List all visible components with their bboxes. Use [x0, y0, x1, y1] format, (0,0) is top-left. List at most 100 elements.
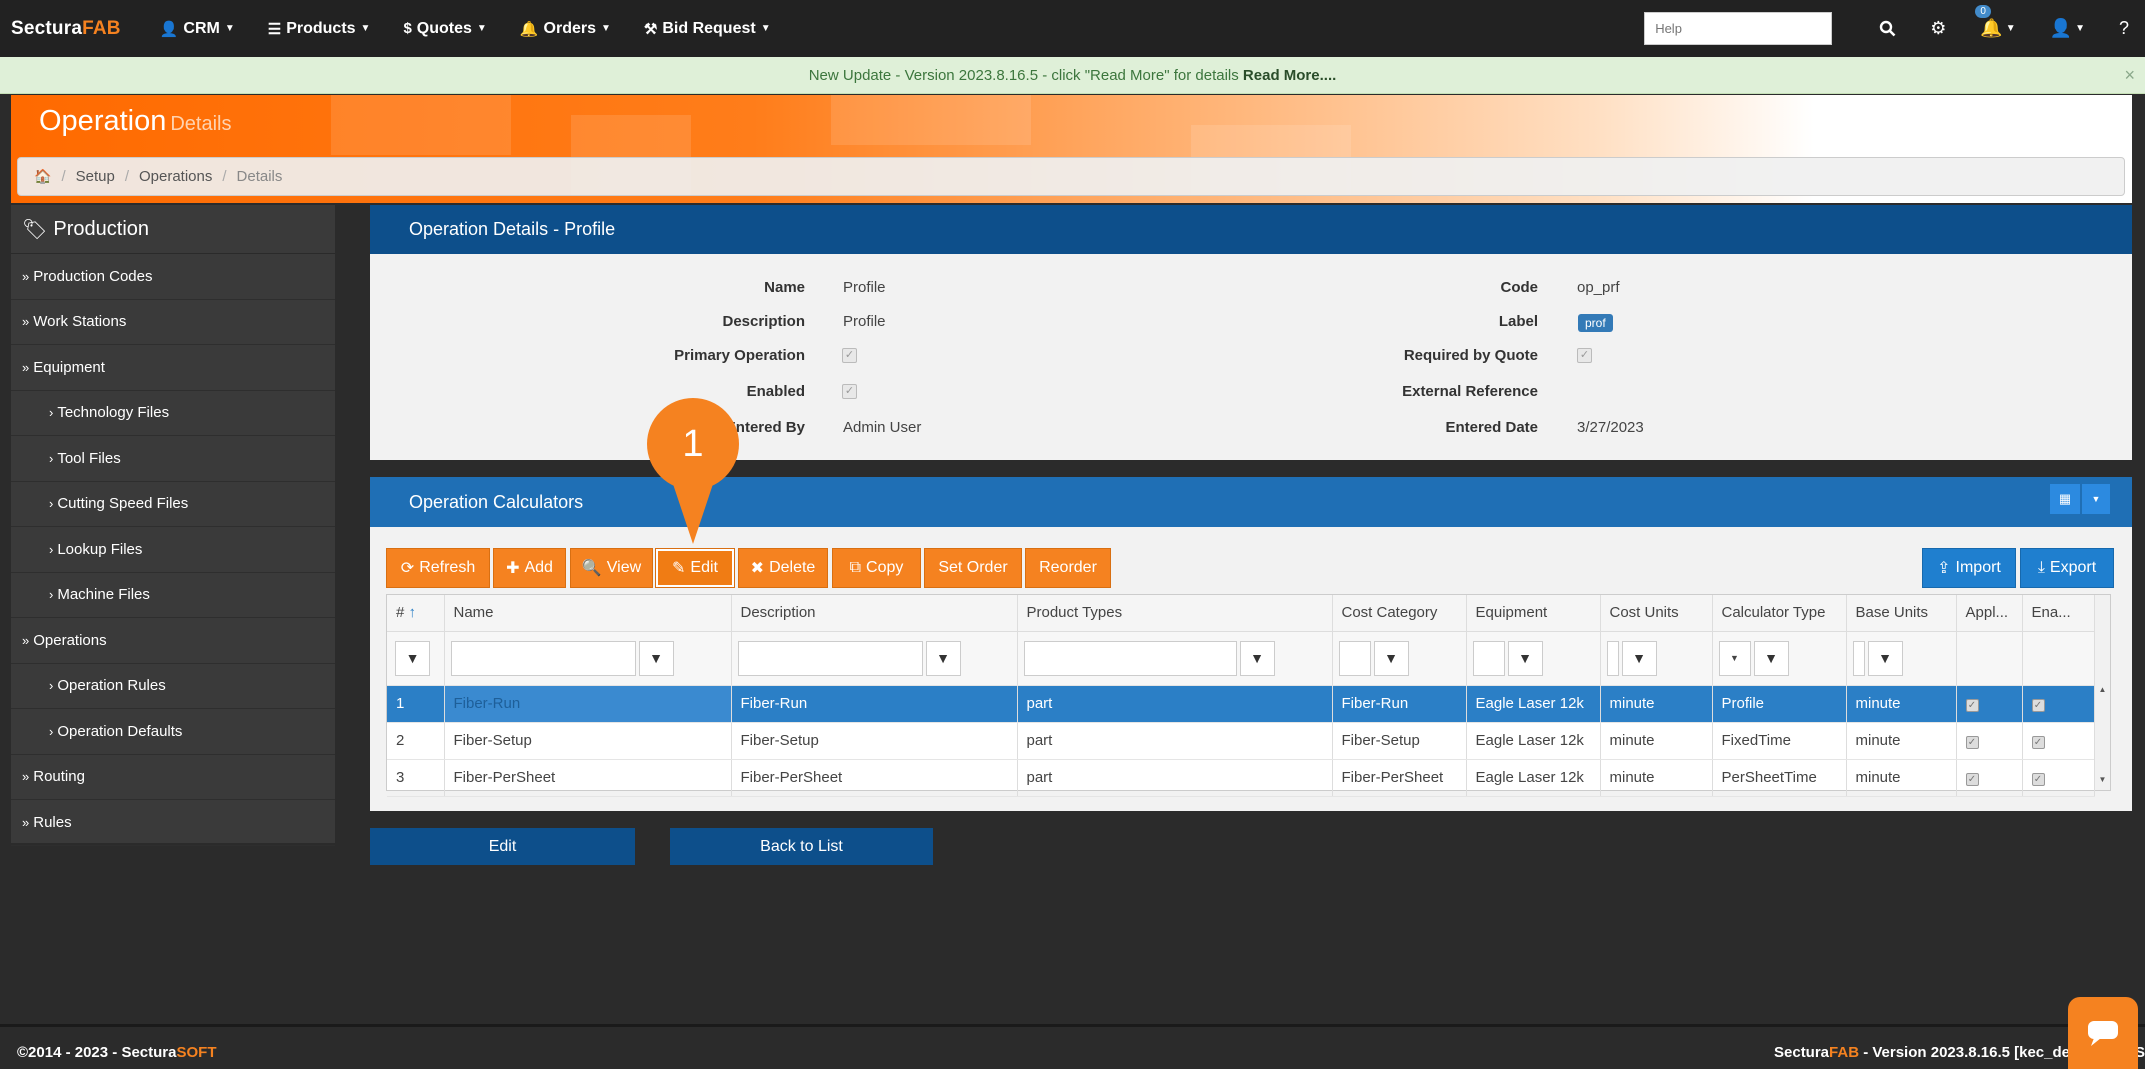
refresh-icon: ⟳ [400, 560, 415, 577]
update-notification-bar: New Update - Version 2023.8.16.5 - click… [0, 57, 2145, 94]
label-badge: prof [1578, 314, 1613, 332]
chevron-right-icon: › [49, 496, 54, 512]
description-label: Description [722, 313, 805, 330]
filter-icon[interactable]: ▼ [395, 640, 430, 676]
col-header-number[interactable]: # ↑ [387, 595, 445, 632]
export-button[interactable]: ⤓ Export [2020, 548, 2114, 588]
breadcrumb: 🏠 / Setup / Operations / Details [17, 157, 2125, 196]
name-filter-input[interactable] [450, 640, 636, 676]
col-header-description[interactable]: Description [731, 595, 1018, 632]
col-header-cost-category[interactable]: Cost Category [1332, 595, 1467, 632]
sort-ascending-icon: ↑ [408, 604, 417, 622]
scroll-up-icon[interactable]: ▲ [2095, 685, 2110, 694]
sidebar-item-operations[interactable]: » Operations [11, 618, 335, 664]
filter-icon[interactable]: ▼ [925, 640, 961, 676]
nav-crm[interactable]: 👤 CRM ▼ [160, 20, 235, 38]
table-row[interactable]: 3 Fiber-PerSheet Fiber-PerSheet part Fib… [387, 759, 2095, 797]
description-filter-input[interactable] [737, 640, 923, 676]
filter-icon[interactable]: ▼ [1507, 640, 1543, 676]
set-order-button[interactable]: Set Order [924, 548, 1022, 588]
filter-icon[interactable]: ▼ [1867, 640, 1903, 676]
col-header-enabled[interactable]: Ena... [2022, 595, 2095, 632]
brand-logo[interactable]: SecturaFAB [11, 18, 121, 40]
sidebar-item-machine-files[interactable]: › Machine Files [11, 573, 335, 618]
caret-down-icon: ▼ [600, 23, 611, 34]
delete-button[interactable]: ✖ Delete [738, 548, 828, 588]
calculator-type-filter-select[interactable]: ▼ [1718, 640, 1751, 676]
breadcrumb-setup[interactable]: Setup [76, 168, 115, 185]
import-button[interactable]: ⇪ Import [1922, 548, 2016, 588]
refresh-button[interactable]: ⟳ Refresh [386, 548, 490, 588]
brand-main-text: Sectura [11, 17, 83, 39]
home-icon[interactable]: 🏠 [34, 168, 51, 185]
add-button[interactable]: ✚ Add [493, 548, 566, 588]
col-header-applied[interactable]: Appl... [1956, 595, 2023, 632]
sidebar-item-cutting-speed-files[interactable]: › Cutting Speed Files [11, 482, 335, 527]
grid-options-dropdown[interactable]: ▼ [2082, 484, 2110, 514]
close-icon[interactable]: × [2124, 57, 2135, 94]
filter-icon[interactable]: ▼ [1621, 640, 1657, 676]
search-icon: 🔍 [581, 560, 602, 577]
sidebar-item-routing[interactable]: » Routing [11, 755, 335, 800]
sidebar-item-rules[interactable]: » Rules [11, 800, 335, 846]
nav-quotes[interactable]: $ Quotes ▼ [403, 20, 486, 38]
copy-icon: ⧉ [849, 559, 862, 576]
search-icon[interactable] [1879, 20, 1896, 37]
col-header-name[interactable]: Name [444, 595, 732, 632]
notifications-button[interactable]: 0 🔔 ▼ [1975, 5, 2016, 39]
col-header-equipment[interactable]: Equipment [1466, 595, 1601, 632]
filter-icon[interactable]: ▼ [1373, 640, 1409, 676]
read-more-link[interactable]: Read More.... [1243, 67, 1336, 84]
edit-toolbar-button[interactable]: ✎ Edit [655, 548, 735, 588]
edit-button[interactable]: Edit [370, 828, 635, 865]
cost-units-filter-input[interactable] [1606, 640, 1619, 676]
cost-category-filter-input[interactable] [1338, 640, 1371, 676]
col-header-base-units[interactable]: Base Units [1846, 595, 1957, 632]
grid-scrollbar[interactable]: ▲ ▼ [2094, 595, 2110, 790]
bell-icon: 🔔 [519, 20, 539, 38]
dollar-icon: $ [403, 20, 412, 37]
nav-orders[interactable]: 🔔 Orders ▼ [520, 20, 611, 38]
col-header-cost-units[interactable]: Cost Units [1600, 595, 1713, 632]
sidebar-item-equipment[interactable]: » Equipment [11, 345, 335, 391]
equipment-filter-input[interactable] [1472, 640, 1505, 676]
gear-icon[interactable]: ⚙ [1930, 18, 1946, 39]
back-to-list-button[interactable]: Back to List [670, 828, 933, 865]
help-question-icon[interactable]: ? [2119, 18, 2129, 39]
nav-products[interactable]: ☰ Products ▼ [268, 20, 371, 38]
view-button[interactable]: 🔍 View [570, 548, 653, 588]
help-search-input[interactable] [1644, 12, 1833, 45]
product-types-filter-input[interactable] [1023, 640, 1237, 676]
grid-layout-button[interactable]: ▦ [2050, 484, 2080, 514]
sidebar-item-operation-defaults[interactable]: › Operation Defaults [11, 709, 335, 755]
filter-icon[interactable]: ▼ [1753, 640, 1789, 676]
tag-icon: 🏷 [22, 218, 48, 241]
col-header-product-types[interactable]: Product Types [1017, 595, 1333, 632]
page-title: Operation Details [39, 105, 232, 137]
table-row[interactable]: 2 Fiber-Setup Fiber-Setup part Fiber-Set… [387, 722, 2095, 760]
sidebar-item-technology-files[interactable]: › Technology Files [11, 391, 335, 436]
sidebar-item-lookup-files[interactable]: › Lookup Files [11, 527, 335, 573]
sidebar-item-production-codes[interactable]: » Production Codes [11, 254, 335, 300]
breadcrumb-operations[interactable]: Operations [139, 168, 212, 185]
copy-button[interactable]: ⧉ Copy [832, 548, 921, 588]
footer: ©2014 - 2023 - SecturaSOFT SecturaFAB - … [0, 1024, 2145, 1069]
reorder-button[interactable]: Reorder [1025, 548, 1111, 588]
nav-bid-request[interactable]: ⚒ Bid Request ▼ [644, 20, 771, 38]
user-menu-button[interactable]: 👤 ▼ [2050, 18, 2085, 39]
sidebar-item-operation-rules[interactable]: › Operation Rules [11, 664, 335, 709]
primary-operation-checkbox: ✓ [842, 348, 857, 363]
sidebar-item-work-stations[interactable]: » Work Stations [11, 300, 335, 345]
enabled-checkbox: ✓ [2031, 736, 2045, 749]
scroll-down-icon[interactable]: ▼ [2095, 775, 2110, 784]
edit-icon: ✎ [672, 560, 686, 577]
upload-icon: ⇪ [1937, 560, 1951, 577]
base-units-filter-input[interactable] [1852, 640, 1865, 676]
filter-icon[interactable]: ▼ [1239, 640, 1275, 676]
col-header-calculator-type[interactable]: Calculator Type [1712, 595, 1847, 632]
sidebar-item-tool-files[interactable]: › Tool Files [11, 436, 335, 482]
chat-button[interactable] [2068, 997, 2138, 1069]
table-row[interactable]: 1 Fiber-Run Fiber-Run part Fiber-Run Eag… [387, 685, 2095, 723]
filter-icon[interactable]: ▼ [638, 640, 674, 676]
double-chevron-icon: » [22, 632, 30, 648]
